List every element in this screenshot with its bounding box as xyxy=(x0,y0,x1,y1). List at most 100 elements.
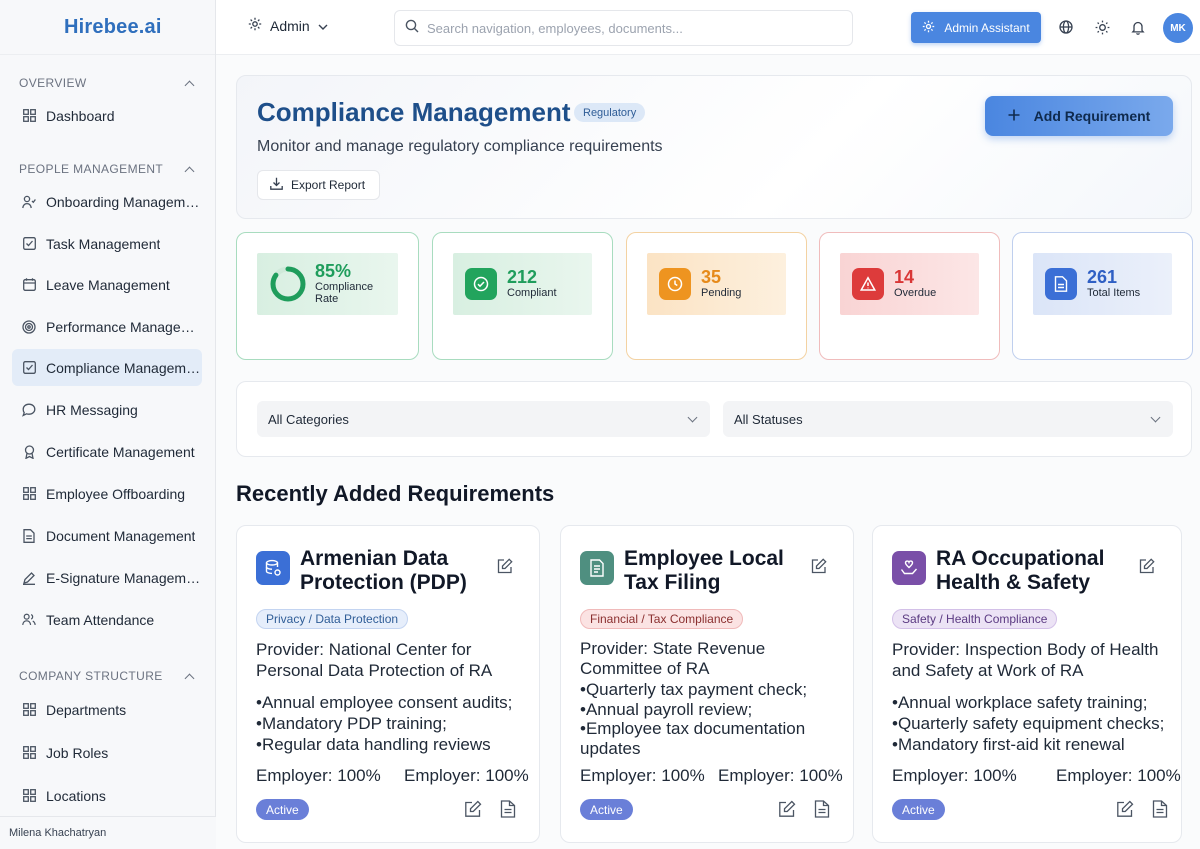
edit-icon[interactable] xyxy=(464,800,482,818)
sidebar-item-label: Certificate Management xyxy=(46,443,195,460)
sidebar-item-attendance[interactable]: Team Attendance xyxy=(12,601,202,638)
document-icon[interactable] xyxy=(500,800,518,818)
stat-value: 85% xyxy=(315,260,352,281)
alert-triangle-icon xyxy=(852,268,884,300)
chevron-down-icon xyxy=(687,412,698,423)
edit-icon[interactable] xyxy=(497,558,513,574)
message-icon xyxy=(22,403,36,417)
sidebar-item-tasks[interactable]: Task Management xyxy=(12,225,202,262)
requirement-card[interactable]: RA Occupational Health & Safety Safety /… xyxy=(872,525,1182,843)
page-title: Compliance Management xyxy=(257,97,571,127)
stat-card-compliance-rate: 85% Compliance Rate xyxy=(236,232,419,360)
employer-share: Employer: 100% xyxy=(256,766,381,785)
sun-icon[interactable] xyxy=(1094,19,1110,35)
category-tag: Privacy / Data Protection xyxy=(256,609,409,629)
stat-card-pending: 35 Pending xyxy=(626,232,807,360)
card-provider: Provider: National Center for Personal D… xyxy=(256,640,493,680)
sidebar-item-certificates[interactable]: Certificate Management xyxy=(12,433,202,470)
sidebar-item-messaging[interactable]: HR Messaging xyxy=(12,391,202,428)
list-item: Annual payroll review; xyxy=(580,700,855,720)
sidebar-item-label: Locations xyxy=(46,787,106,804)
stat-inner: 261 Total Items xyxy=(1033,253,1172,315)
chevron-up-icon xyxy=(184,80,195,90)
sidebar-item-onboarding[interactable]: Onboarding Management xyxy=(12,183,202,220)
status-select[interactable]: All Statuses xyxy=(723,401,1173,437)
search-input[interactable] xyxy=(427,20,827,36)
sidebar-item-performance[interactable]: Performance Management xyxy=(12,308,202,345)
stat-card-overdue: 14 Overdue xyxy=(819,232,1000,360)
main-content: Compliance Management Regulatory Monitor… xyxy=(216,55,1200,849)
sidebar-item-offboarding[interactable]: Employee Offboarding xyxy=(12,475,202,512)
section-title: OVERVIEW xyxy=(19,76,87,90)
app-logo[interactable]: Hirebee.ai xyxy=(0,0,215,55)
checkbox-icon xyxy=(22,237,36,251)
role-selector[interactable]: Admin xyxy=(248,17,328,34)
stat-inner: 35 Pending xyxy=(647,253,786,315)
sidebar-item-compliance[interactable]: Compliance Management xyxy=(12,349,202,386)
current-user[interactable]: Milena Khachatryan xyxy=(0,816,216,849)
employer-share: Employer: 100% xyxy=(580,766,705,785)
edit-icon[interactable] xyxy=(778,800,796,818)
check-circle-icon xyxy=(465,268,497,300)
sidebar-item-label: E-Signature Management xyxy=(46,569,202,586)
edit-icon[interactable] xyxy=(1116,800,1134,818)
requirement-card[interactable]: Armenian Data Protection (PDP) Privacy /… xyxy=(236,525,540,843)
export-report-button[interactable]: Export Report xyxy=(257,170,381,200)
search-icon xyxy=(405,19,419,38)
bell-icon[interactable] xyxy=(1130,19,1146,35)
filter-bar: All Categories All Statuses xyxy=(236,381,1192,457)
section-header-company[interactable]: COMPANY STRUCTURE xyxy=(19,669,197,683)
document-icon xyxy=(1045,268,1077,300)
sidebar-item-dashboard[interactable]: Dashboard xyxy=(12,97,202,134)
chevron-up-icon xyxy=(184,673,195,683)
stat-inner: 85% Compliance Rate xyxy=(257,253,398,315)
sidebar-item-label: Leave Management xyxy=(46,276,170,293)
checkbox-icon xyxy=(22,361,36,375)
stat-label: Compliant xyxy=(507,287,557,300)
list-item: Quarterly tax payment check; xyxy=(580,680,855,700)
section-title: PEOPLE MANAGEMENT xyxy=(19,162,164,176)
sidebar-item-locations[interactable]: Locations xyxy=(12,777,202,814)
admin-assistant-button[interactable]: Admin Assistant xyxy=(911,12,1041,43)
target-icon xyxy=(22,319,36,334)
section-header-people[interactable]: PEOPLE MANAGEMENT xyxy=(19,162,197,176)
avatar[interactable]: MK xyxy=(1163,13,1193,43)
pen-icon xyxy=(22,571,36,585)
edit-icon[interactable] xyxy=(1139,558,1155,574)
category-select-value: All Categories xyxy=(268,411,349,427)
sidebar-item-esignature[interactable]: E-Signature Management xyxy=(12,559,202,596)
document-icon[interactable] xyxy=(814,800,832,818)
assistant-icon xyxy=(922,20,935,36)
stat-label: Total Items xyxy=(1087,287,1141,300)
employer-share: Employer: 100% xyxy=(892,766,1017,785)
section-title: Recently Added Requirements xyxy=(236,481,555,506)
card-provider: Provider: Inspection Body of Health and … xyxy=(892,640,1159,680)
stat-value: 14 xyxy=(894,267,915,288)
sidebar-item-documents[interactable]: Document Management xyxy=(12,517,202,554)
sidebar-item-label: Task Management xyxy=(46,235,161,252)
sidebar-item-leave[interactable]: Leave Management xyxy=(12,266,202,303)
add-requirement-button[interactable]: Add Requirement xyxy=(985,96,1173,136)
globe-icon[interactable] xyxy=(1058,19,1074,35)
sidebar-item-departments[interactable]: Departments xyxy=(12,691,202,728)
file-icon xyxy=(22,528,36,543)
requirement-card[interactable]: Employee Local Tax Filing Financial / Ta… xyxy=(560,525,854,843)
stat-label: Compliance Rate xyxy=(315,280,374,306)
document-icon[interactable] xyxy=(1152,800,1170,818)
stat-inner: 212 Compliant xyxy=(453,253,592,315)
edit-icon[interactable] xyxy=(811,558,827,574)
page-header: Compliance Management Regulatory Monitor… xyxy=(236,75,1192,219)
stat-value: 212 xyxy=(507,267,538,288)
search-bar[interactable] xyxy=(394,10,853,46)
sidebar-item-job-roles[interactable]: Job Roles xyxy=(12,734,202,771)
stat-card-total: 261 Total Items xyxy=(1012,232,1193,360)
category-select[interactable]: All Categories xyxy=(257,401,710,437)
list-item: Employee tax documentation updates xyxy=(580,719,855,758)
section-header-overview[interactable]: OVERVIEW xyxy=(19,76,197,90)
sidebar-item-label: Performance Management xyxy=(46,318,202,335)
stat-value: 261 xyxy=(1087,267,1118,288)
heart-hand-icon xyxy=(892,551,926,585)
card-title: Armenian Data Protection (PDP) xyxy=(300,547,467,594)
clock-icon xyxy=(659,268,691,300)
export-report-label: Export Report xyxy=(291,178,366,192)
